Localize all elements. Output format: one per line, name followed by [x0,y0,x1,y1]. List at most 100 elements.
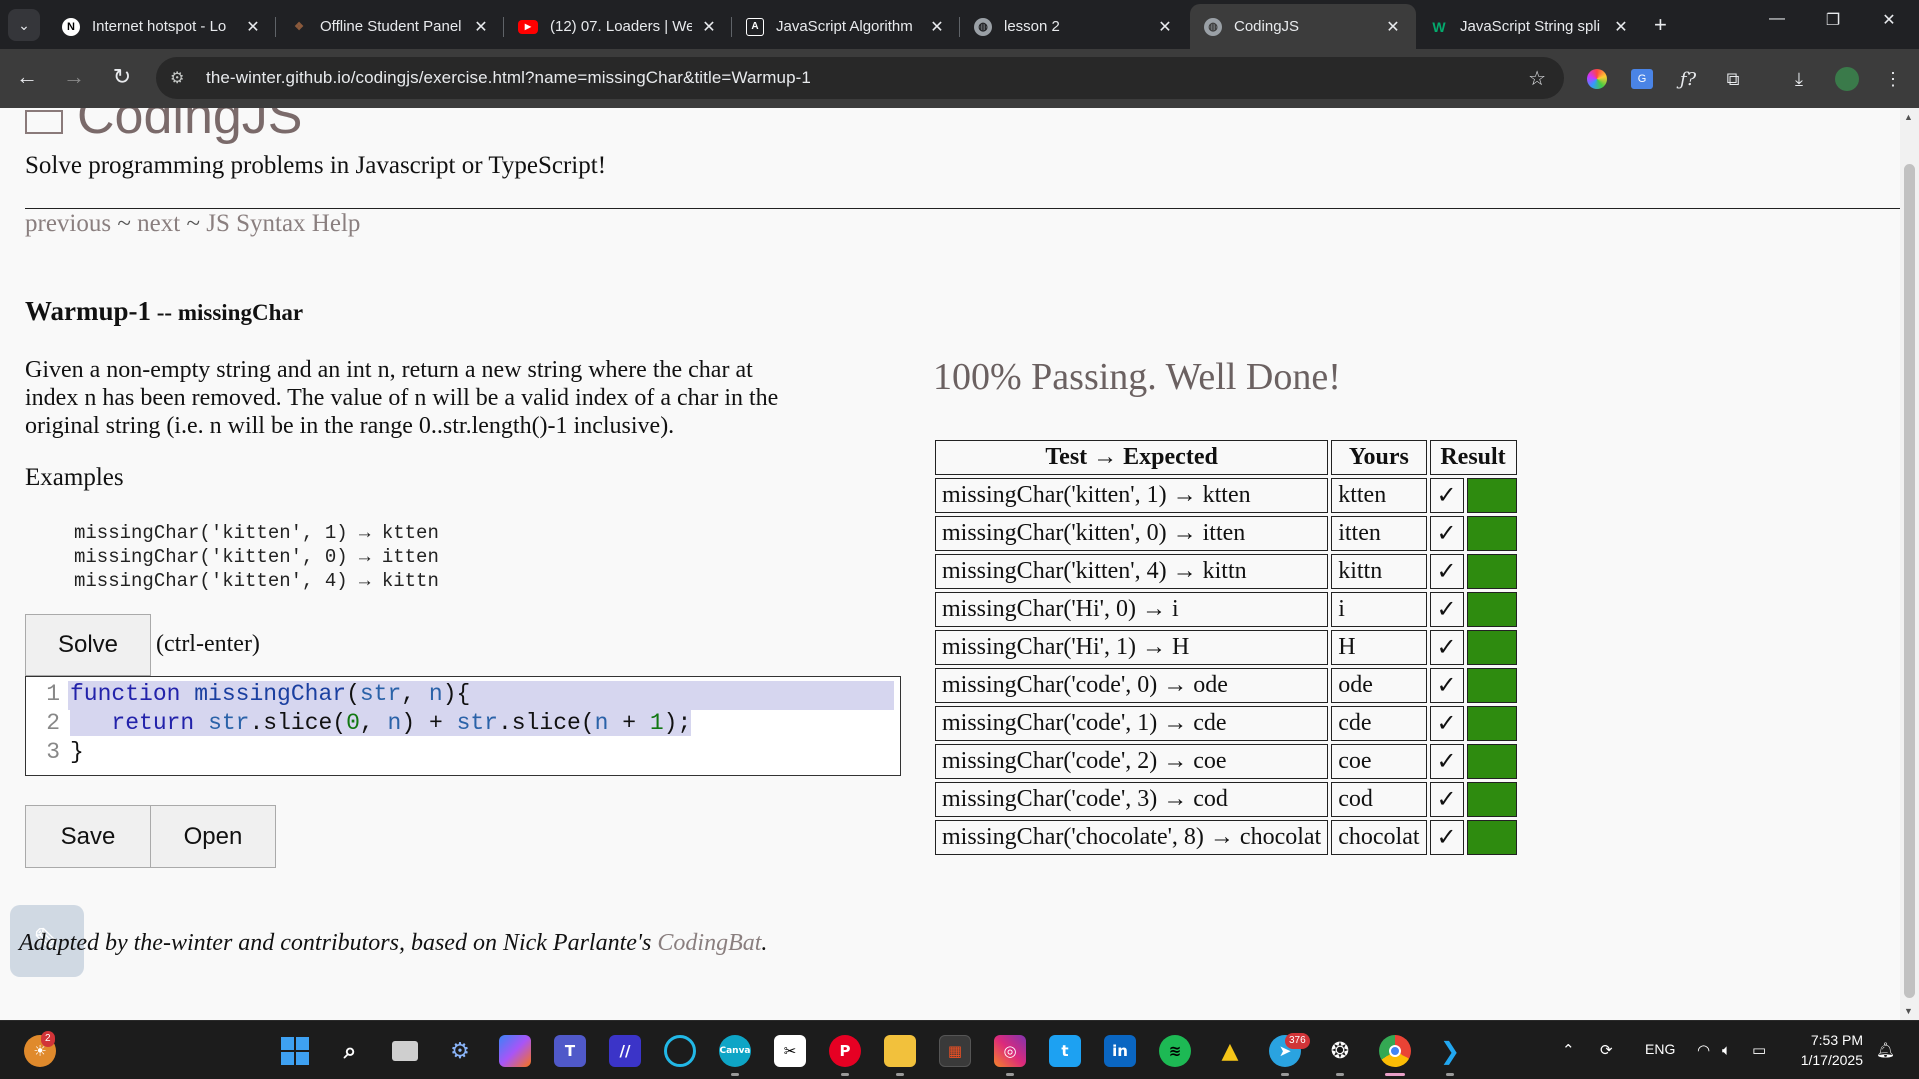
close-tab-icon[interactable]: ✕ [1384,17,1402,37]
downloads-icon[interactable]: ⤓ [1786,66,1812,92]
table-row: missingChar('code', 3) → cod cod ✓ [935,782,1517,817]
battery-icon[interactable]: ▭ [1752,1041,1766,1059]
check-cell: ✓ [1429,744,1464,779]
wifi-icon[interactable]: ◠ [1697,1041,1710,1059]
close-tab-icon[interactable]: ✕ [244,17,262,37]
student-panel-icon: ❖ [294,21,304,33]
scroll-down-icon[interactable]: ▼ [1904,1006,1913,1016]
url-text[interactable]: the-winter.github.io/codingjs/exercise.h… [206,68,811,88]
globe-icon: ◍ [1204,17,1222,36]
widgets-badge: 2 [41,1031,55,1047]
yours-cell: cde [1331,706,1427,741]
vscode-icon[interactable]: ❯ [1434,1035,1466,1067]
copilot-icon[interactable] [499,1035,531,1067]
new-tab-icon[interactable]: + [1654,12,1667,38]
open-button[interactable]: Open [150,805,276,868]
file-explorer-icon[interactable] [884,1035,916,1067]
system-clock[interactable]: 7:53 PM 1/17/2025 [1787,1030,1863,1070]
tab-internet-hotspot[interactable]: N Internet hotspot - Lo ✕ [48,4,276,49]
drive-style-icon[interactable]: ▲ [1214,1035,1246,1067]
close-tab-icon[interactable]: ✕ [1612,17,1630,37]
bookmark-star-icon[interactable]: ☆ [1528,66,1546,91]
address-bar[interactable]: ⚙ the-winter.github.io/codingjs/exercise… [156,57,1564,99]
site-logo[interactable]: CodingJS [77,108,302,146]
translate-icon[interactable]: G [1629,66,1655,92]
color-extension-icon[interactable] [1584,66,1610,92]
close-tab-icon[interactable]: ✕ [700,17,718,37]
site-info-icon[interactable]: ⚙ [170,68,192,88]
volume-icon[interactable]: 🔈︎ [1722,1041,1731,1059]
previous-link[interactable]: previous [25,210,111,237]
next-link[interactable]: next [137,210,180,237]
twitter-icon[interactable]: t [1049,1035,1081,1067]
solve-button[interactable]: Solve [25,614,151,676]
search-icon[interactable]: ⌕ [334,1035,366,1067]
site-header: CodingJS [25,108,302,146]
close-tab-icon[interactable]: ✕ [1156,17,1174,37]
back-icon[interactable]: ← [12,64,42,90]
task-view-icon[interactable] [389,1035,421,1067]
page-scrollbar[interactable]: ▲ ▼ [1900,108,1919,1020]
capcut-icon[interactable]: ✂ [774,1035,806,1067]
code-editor[interactable]: 1 function missingChar(str, n){ 2 return… [25,676,901,776]
scroll-up-icon[interactable]: ▲ [1904,112,1913,122]
tab-w3schools-split[interactable]: W JavaScript String spli ✕ [1416,4,1644,49]
js-syntax-help-link[interactable]: JS Syntax Help [206,210,360,237]
spotify-icon[interactable]: ≋ [1159,1035,1191,1067]
scroll-thumb[interactable] [1904,164,1915,998]
restore-icon[interactable]: ❐ [1818,10,1848,30]
tab-javascript-algorithm[interactable]: A JavaScript Algorithm ✕ [732,4,960,49]
profile-avatar-icon[interactable] [1834,66,1860,92]
formula-extension-icon[interactable]: ƒ? [1675,66,1701,92]
close-window-icon[interactable]: ✕ [1874,10,1904,30]
windows-start-icon[interactable] [279,1035,311,1067]
settings-gear-icon[interactable]: ⚙ [444,1035,476,1067]
tab-lesson-2[interactable]: ◍ lesson 2 ✕ [960,4,1188,49]
table-row: missingChar('kitten', 0) → itten itten ✓ [935,516,1517,551]
table-row: missingChar('Hi', 0) → i i ✓ [935,592,1517,627]
codingbat-link[interactable]: CodingBat [657,930,761,956]
column-header: Yours [1331,440,1427,475]
linkedin-icon[interactable]: in [1104,1035,1136,1067]
page-content: CodingJS Solve programming problems in J… [0,108,1900,1020]
menu-kebab-icon[interactable]: ⋮ [1880,66,1906,92]
tab-codingjs[interactable]: ◍ CodingJS ✕ [1190,4,1416,49]
reload-icon[interactable]: ↻ [107,64,137,90]
chevron-up-icon[interactable]: ⌃ [1562,1041,1575,1059]
examples-block: missingChar('kitten', 1) → ktten missing… [74,521,439,593]
chatgpt-icon[interactable]: ❂ [1324,1035,1356,1067]
sync-icon[interactable]: ⟳ [1600,1041,1613,1059]
input-language[interactable]: ENG [1645,1041,1675,1057]
instagram-icon[interactable]: ◎ [994,1035,1026,1067]
forward-icon[interactable]: → [59,64,89,90]
tab-search-icon[interactable]: ⌄ [8,9,40,41]
test-cell: missingChar('code', 2) → coe [935,744,1329,779]
check-cell: ✓ [1429,630,1464,665]
yours-cell: H [1331,630,1427,665]
microsoft-store-icon[interactable]: ▦ [939,1035,971,1067]
pass-indicator [1466,554,1517,589]
footer-credit: Adapted by the-winter and contributors, … [19,930,768,956]
cortana-icon[interactable] [664,1035,696,1067]
w3schools-icon: W [1432,18,1446,35]
pass-indicator [1466,744,1517,779]
close-tab-icon[interactable]: ✕ [928,17,946,37]
test-cell: missingChar('chocolate', 8) → chocolat [935,820,1329,855]
pass-indicator [1466,668,1517,703]
teams-icon[interactable]: T [554,1035,586,1067]
code-line: 3 } [46,739,84,765]
chrome-icon[interactable] [1379,1035,1411,1067]
code-line: 2 return str.slice(0, n) + str.slice(n +… [46,710,692,736]
canva-icon[interactable]: Canva [719,1035,751,1067]
pinterest-icon[interactable]: P [829,1035,861,1067]
tab-offline-student-panel[interactable]: ❖ Offline Student Panel ✕ [276,4,504,49]
yours-cell: cod [1331,782,1427,817]
pen-app-icon[interactable]: // [609,1035,641,1067]
minimize-icon[interactable]: — [1762,10,1792,28]
close-tab-icon[interactable]: ✕ [472,17,490,37]
notification-bell-icon[interactable]: 🔔︎ [1876,1041,1895,1059]
results-table: Test → Expected Yours Result missingChar… [932,437,1520,858]
tab-youtube-loaders[interactable]: ▶ (12) 07. Loaders | We ✕ [504,4,732,49]
save-button[interactable]: Save [25,805,151,868]
extensions-icon[interactable]: ⧉ [1720,66,1746,92]
